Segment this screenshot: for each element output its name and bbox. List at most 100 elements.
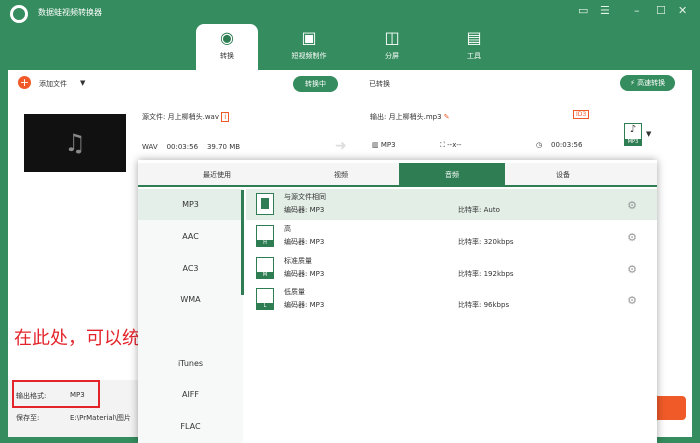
preset-row[interactable]: L 低质量 编码器: MP3 比特率: 96kbps ⚙ xyxy=(246,284,657,315)
format-aiff[interactable]: AIFF xyxy=(138,379,243,410)
format-ac3[interactable]: AC3 xyxy=(138,253,243,284)
format-dropdown-icon[interactable]: ▼ xyxy=(646,130,651,138)
tab-convert[interactable]: ◉ 转换 xyxy=(196,24,258,70)
source-label: 源文件: xyxy=(142,113,166,121)
preset-name: 高 xyxy=(284,225,291,233)
tab-split-screen[interactable]: ◫ 分屏 xyxy=(361,24,423,70)
tab-label: 转换 xyxy=(220,52,234,60)
app-logo xyxy=(10,5,28,23)
fast-convert-button[interactable]: ⚡ 高速转换 xyxy=(620,75,676,91)
format-wma[interactable]: WMA xyxy=(138,284,243,315)
gear-icon[interactable]: ⚙ xyxy=(627,199,637,212)
quality-tag: L xyxy=(257,303,273,309)
bitrate-label: 比特率: xyxy=(458,270,482,278)
bitrate-label: 比特率: xyxy=(458,206,482,214)
tab-label: 短视频制作 xyxy=(291,52,327,60)
quality-high-icon: H xyxy=(256,225,274,247)
src-duration: 00:03:56 xyxy=(166,143,199,151)
app-title: 数据蛙视频转换器 xyxy=(38,8,102,17)
quality-tag: M xyxy=(257,272,273,278)
format-list-scrollbar[interactable] xyxy=(241,190,244,295)
bitrate-value: 320kbps xyxy=(483,238,514,246)
tv-icon: ▣ xyxy=(301,28,317,47)
tab-recent[interactable]: 最近使用 xyxy=(164,163,270,187)
source-name: 月上柳梢头.wav xyxy=(167,113,219,121)
quality-tag: H xyxy=(257,240,273,246)
converting-tab[interactable]: 转换中 xyxy=(293,76,338,92)
tab-audio[interactable]: 音频 xyxy=(399,163,505,187)
tab-video[interactable]: 视频 xyxy=(288,163,394,187)
file-thumbnail: ♫ xyxy=(24,114,126,172)
clock-icon: ◷ xyxy=(536,141,543,149)
codec-value: MP3 xyxy=(309,206,325,214)
feedback-icon[interactable]: ▭ xyxy=(578,4,588,17)
convert-icon: ◉ xyxy=(220,28,234,47)
codec-label: 编码器: xyxy=(284,301,308,309)
quality-low-icon: L xyxy=(256,288,274,310)
close-icon[interactable]: ✕ xyxy=(678,4,687,17)
tab-short-video[interactable]: ▣ 短视频制作 xyxy=(278,24,340,70)
codec-value: MP3 xyxy=(309,270,325,278)
add-file-dropdown-icon[interactable]: ▼ xyxy=(80,79,85,87)
edit-icon[interactable]: ✎ xyxy=(444,113,450,121)
src-size: 39.70 MB xyxy=(206,143,241,151)
codec-label: 编码器: xyxy=(284,206,308,214)
preset-row[interactable]: H 高 编码器: MP3 比特率: 320kbps ⚙ xyxy=(246,221,657,252)
bitrate-label: 比特率: xyxy=(458,301,482,309)
format-badge-label: MP3 xyxy=(625,139,641,145)
format-aac[interactable]: AAC xyxy=(138,221,243,252)
format-dropdown: 最近使用 视频 音频 设备 MP3 AAC AC3 WMA iTunes AIF… xyxy=(138,160,657,443)
output-name: 月上柳梢头.mp3 xyxy=(388,113,442,121)
menu-icon[interactable]: ☰ xyxy=(600,4,610,17)
codec-value: MP3 xyxy=(309,301,325,309)
format-flac[interactable]: FLAC xyxy=(138,411,243,442)
highlight-box xyxy=(12,380,100,408)
bitrate-value: 96kbps xyxy=(483,301,510,309)
add-file-button[interactable]: 添加文件 xyxy=(39,79,67,89)
out-duration: 00:03:56 xyxy=(551,141,583,149)
preset-name: 低质量 xyxy=(284,288,305,296)
bitrate-value: Auto xyxy=(483,206,500,214)
tab-label: 工具 xyxy=(467,52,481,60)
split-screen-icon: ◫ xyxy=(384,28,400,47)
info-icon[interactable]: i xyxy=(221,112,230,122)
gear-icon[interactable]: ⚙ xyxy=(627,231,637,244)
codec-value: MP3 xyxy=(309,238,325,246)
fast-convert-label: 高速转换 xyxy=(637,79,666,87)
tab-label: 分屏 xyxy=(385,52,399,60)
maximize-icon[interactable]: ☐ xyxy=(656,4,666,17)
output-label: 输出: xyxy=(370,113,387,121)
preset-name: 标准质量 xyxy=(284,257,312,265)
out-format: MP3 xyxy=(380,141,396,149)
codec-label: 编码器: xyxy=(284,238,308,246)
gear-icon[interactable]: ⚙ xyxy=(627,263,637,276)
resolution-icon: ⛶ xyxy=(440,141,445,149)
format-tabs: 最近使用 视频 音频 设备 xyxy=(138,163,657,187)
preset-name: 与源文件相同 xyxy=(284,193,326,201)
preset-row[interactable]: M 标准质量 编码器: MP3 比特率: 192kbps ⚙ xyxy=(246,253,657,284)
minimize-icon[interactable]: – xyxy=(634,4,640,17)
src-format: WAV xyxy=(142,143,158,151)
preset-row[interactable]: 与源文件相同 编码器: MP3 比特率: Auto ⚙ xyxy=(246,189,657,220)
tab-tools[interactable]: ▤ 工具 xyxy=(443,24,505,70)
save-to-label: 保存至: xyxy=(16,414,40,422)
convert-all-button[interactable] xyxy=(652,396,686,420)
format-mp3[interactable]: MP3 xyxy=(138,189,243,220)
add-file-icon[interactable]: + xyxy=(18,76,31,89)
toolbox-icon: ▤ xyxy=(466,28,482,47)
tab-device[interactable]: 设备 xyxy=(510,163,616,187)
save-path[interactable]: E:\PrMaterial\图片 xyxy=(70,413,131,423)
same-as-source-icon xyxy=(256,193,274,215)
arrow-icon: ➜ xyxy=(335,138,347,154)
quality-medium-icon: M xyxy=(256,257,274,279)
id3-icon[interactable]: ID3 xyxy=(573,110,590,119)
out-resolution: --x-- xyxy=(447,141,462,149)
gear-icon[interactable]: ⚙ xyxy=(627,294,637,307)
format-badge[interactable]: ♪ MP3 xyxy=(624,123,642,146)
format-itunes[interactable]: iTunes xyxy=(138,348,243,379)
bitrate-label: 比特率: xyxy=(458,238,482,246)
codec-label: 编码器: xyxy=(284,270,308,278)
converted-tab[interactable]: 已转换 xyxy=(369,79,390,89)
bitrate-value: 192kbps xyxy=(483,270,514,278)
film-icon: ▥ xyxy=(372,141,379,149)
